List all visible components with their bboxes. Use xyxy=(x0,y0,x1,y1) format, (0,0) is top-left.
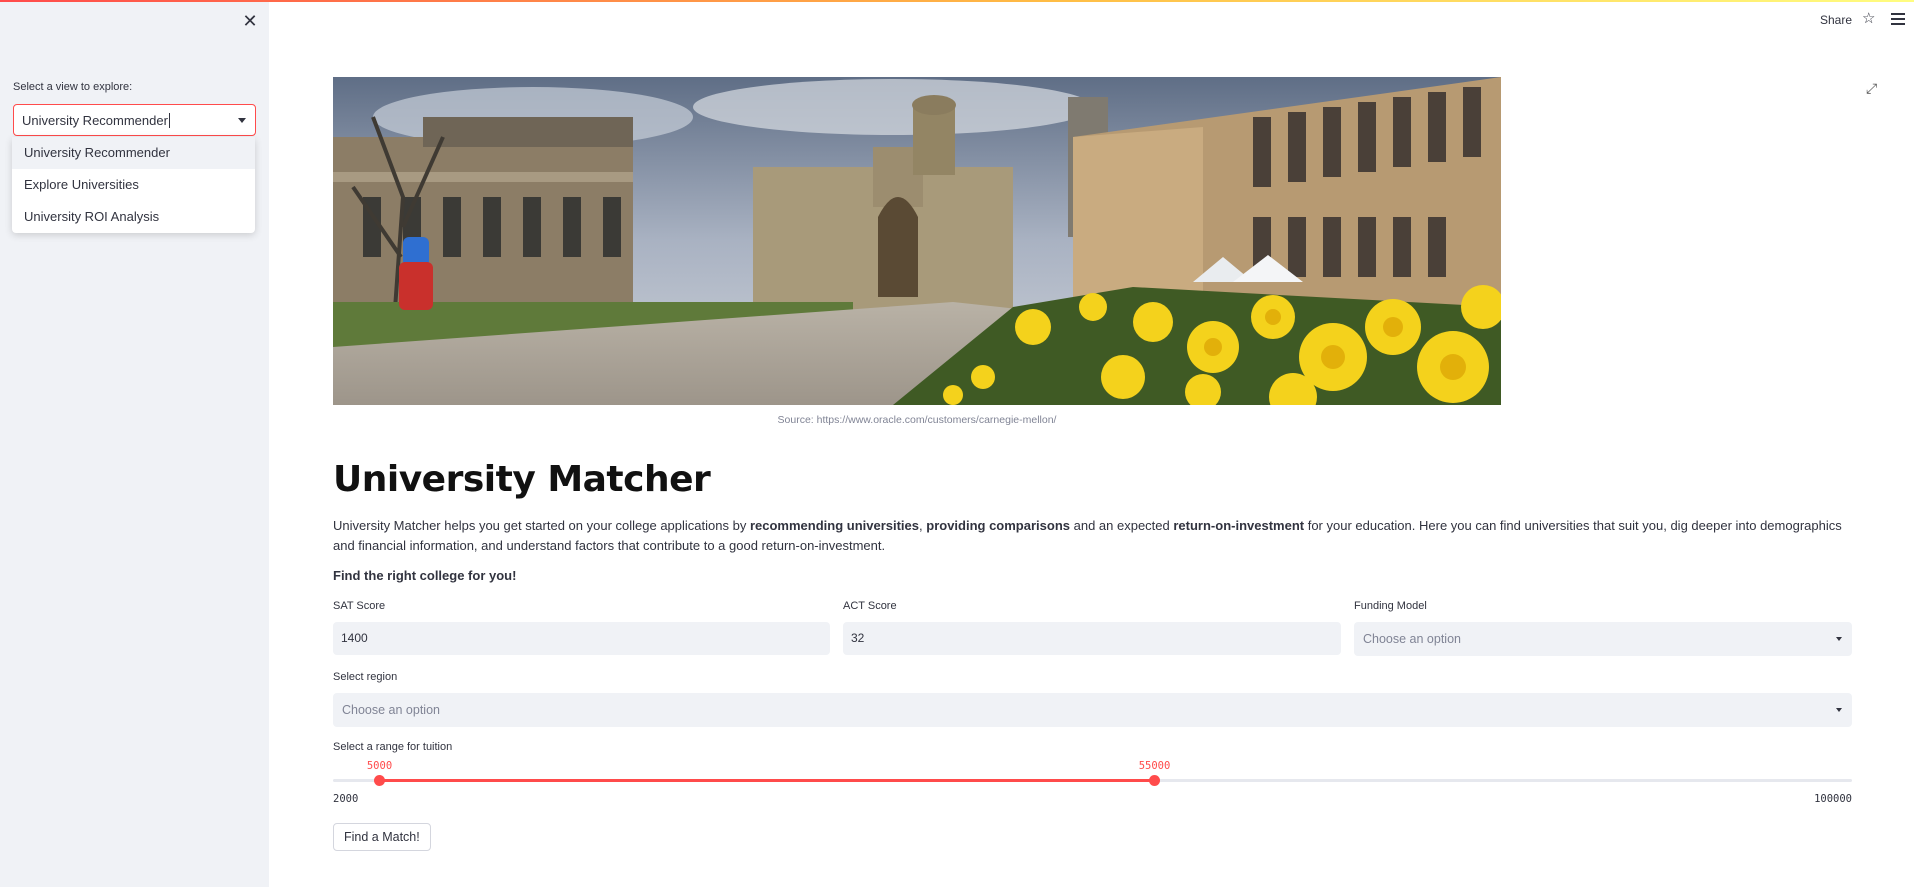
act-score-input[interactable]: 32 xyxy=(843,622,1341,655)
chevron-down-icon[interactable] xyxy=(1836,637,1842,641)
page-title: University Matcher xyxy=(333,459,711,500)
region-select[interactable]: Choose an option xyxy=(333,693,1852,727)
share-button[interactable]: Share xyxy=(1820,13,1852,27)
region-placeholder: Choose an option xyxy=(342,703,440,717)
tuition-slider-low-handle[interactable] xyxy=(374,775,385,786)
hamburger-menu-icon[interactable] xyxy=(1891,13,1905,28)
tuition-slider-high-handle[interactable] xyxy=(1149,775,1160,786)
tuition-range-label: Select a range for tuition xyxy=(333,741,453,753)
fullscreen-icon[interactable]: ⤢ xyxy=(1866,80,1877,97)
view-dropdown-menu: University Recommender Explore Universit… xyxy=(12,137,255,233)
tuition-max-label: 100000 xyxy=(1814,793,1852,805)
region-label: Select region xyxy=(333,671,398,683)
tuition-high-value: 55000 xyxy=(1138,760,1171,772)
view-select-value[interactable]: University Recommender xyxy=(22,113,170,128)
act-score-label: ACT Score xyxy=(843,600,897,612)
view-select[interactable]: University Recommender xyxy=(13,104,256,136)
dropdown-option-university-roi-analysis[interactable]: University ROI Analysis xyxy=(12,201,255,233)
sidebar: ✕ Select a view to explore: University R… xyxy=(0,0,269,887)
tuition-slider-track[interactable] xyxy=(333,779,1852,782)
intro-paragraph: University Matcher helps you get started… xyxy=(333,518,1842,553)
tuition-low-value: 5000 xyxy=(366,760,393,772)
find-match-button[interactable]: Find a Match! xyxy=(333,823,431,851)
view-select-label: Select a view to explore: xyxy=(13,81,133,93)
funding-model-placeholder: Choose an option xyxy=(1363,632,1461,646)
tuition-min-label: 2000 xyxy=(333,793,359,805)
dropdown-option-explore-universities[interactable]: Explore Universities xyxy=(12,169,255,201)
find-college-heading: Find the right college for you! xyxy=(333,568,517,583)
top-decoration-bar xyxy=(0,0,1914,2)
funding-model-label: Funding Model xyxy=(1354,600,1427,612)
image-caption: Source: https://www.oracle.com/customers… xyxy=(777,414,1057,426)
chevron-down-icon[interactable] xyxy=(1836,708,1842,712)
sat-score-input[interactable]: 1400 xyxy=(333,622,830,655)
dropdown-option-university-recommender[interactable]: University Recommender xyxy=(12,137,255,169)
chevron-down-icon[interactable] xyxy=(238,118,246,123)
tuition-slider-fill xyxy=(379,779,1155,782)
text-caret xyxy=(168,113,170,128)
sat-score-label: SAT Score xyxy=(333,600,386,612)
star-icon[interactable]: ☆ xyxy=(1862,9,1875,27)
close-icon[interactable]: ✕ xyxy=(241,10,259,32)
campus-image xyxy=(333,77,1501,405)
funding-model-select[interactable]: Choose an option xyxy=(1354,622,1852,656)
